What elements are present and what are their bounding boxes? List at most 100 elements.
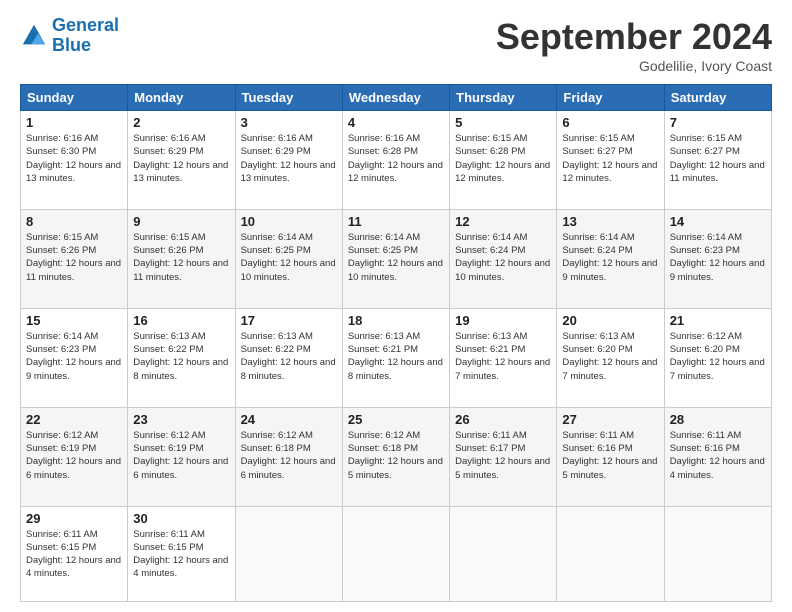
calendar-table: SundayMondayTuesdayWednesdayThursdayFrid… bbox=[20, 84, 772, 602]
day-number: 23 bbox=[133, 412, 229, 427]
day-number: 11 bbox=[348, 214, 444, 229]
calendar-cell: 19 Sunrise: 6:13 AMSunset: 6:21 PMDayligh… bbox=[450, 308, 557, 407]
day-number: 26 bbox=[455, 412, 551, 427]
day-number: 13 bbox=[562, 214, 658, 229]
logo-icon bbox=[20, 22, 48, 50]
day-info: Sunrise: 6:15 AMSunset: 6:28 PMDaylight:… bbox=[455, 132, 551, 185]
calendar-cell: 12 Sunrise: 6:14 AMSunset: 6:24 PMDayligh… bbox=[450, 209, 557, 308]
page: General Blue September 2024 Godelilie, I… bbox=[0, 0, 792, 612]
col-header-wednesday: Wednesday bbox=[342, 85, 449, 111]
day-number: 1 bbox=[26, 115, 122, 130]
day-info: Sunrise: 6:12 AMSunset: 6:18 PMDaylight:… bbox=[348, 429, 444, 482]
calendar-cell: 17 Sunrise: 6:13 AMSunset: 6:22 PMDayligh… bbox=[235, 308, 342, 407]
day-number: 8 bbox=[26, 214, 122, 229]
day-info: Sunrise: 6:12 AMSunset: 6:20 PMDaylight:… bbox=[670, 330, 766, 383]
day-info: Sunrise: 6:16 AMSunset: 6:30 PMDaylight:… bbox=[26, 132, 122, 185]
calendar-cell: 16 Sunrise: 6:13 AMSunset: 6:22 PMDayligh… bbox=[128, 308, 235, 407]
day-info: Sunrise: 6:11 AMSunset: 6:15 PMDaylight:… bbox=[133, 528, 229, 581]
calendar-cell bbox=[664, 506, 771, 602]
day-number: 22 bbox=[26, 412, 122, 427]
day-info: Sunrise: 6:14 AMSunset: 6:23 PMDaylight:… bbox=[26, 330, 122, 383]
title-block: September 2024 Godelilie, Ivory Coast bbox=[496, 16, 772, 74]
day-info: Sunrise: 6:13 AMSunset: 6:22 PMDaylight:… bbox=[241, 330, 337, 383]
day-info: Sunrise: 6:15 AMSunset: 6:27 PMDaylight:… bbox=[562, 132, 658, 185]
day-info: Sunrise: 6:16 AMSunset: 6:29 PMDaylight:… bbox=[241, 132, 337, 185]
day-info: Sunrise: 6:11 AMSunset: 6:15 PMDaylight:… bbox=[26, 528, 122, 581]
day-info: Sunrise: 6:12 AMSunset: 6:18 PMDaylight:… bbox=[241, 429, 337, 482]
calendar-cell: 14 Sunrise: 6:14 AMSunset: 6:23 PMDayligh… bbox=[664, 209, 771, 308]
day-info: Sunrise: 6:11 AMSunset: 6:16 PMDaylight:… bbox=[562, 429, 658, 482]
calendar-cell: 24 Sunrise: 6:12 AMSunset: 6:18 PMDayligh… bbox=[235, 407, 342, 506]
calendar-cell: 8 Sunrise: 6:15 AMSunset: 6:26 PMDaylight… bbox=[21, 209, 128, 308]
logo-blue: Blue bbox=[52, 35, 91, 55]
day-number: 15 bbox=[26, 313, 122, 328]
calendar-cell bbox=[557, 506, 664, 602]
calendar-cell bbox=[450, 506, 557, 602]
calendar-cell: 10Sunrise: 6:14 AMSunset: 6:25 PMDayligh… bbox=[235, 209, 342, 308]
calendar-cell: 13 Sunrise: 6:14 AMSunset: 6:24 PMDayligh… bbox=[557, 209, 664, 308]
col-header-saturday: Saturday bbox=[664, 85, 771, 111]
day-info: Sunrise: 6:13 AMSunset: 6:22 PMDaylight:… bbox=[133, 330, 229, 383]
day-number: 10 bbox=[241, 214, 337, 229]
day-info: Sunrise: 6:12 AMSunset: 6:19 PMDaylight:… bbox=[133, 429, 229, 482]
logo-text: General Blue bbox=[52, 16, 119, 56]
calendar-cell: 22 Sunrise: 6:12 AMSunset: 6:19 PMDayligh… bbox=[21, 407, 128, 506]
day-info: Sunrise: 6:15 AMSunset: 6:26 PMDaylight:… bbox=[26, 231, 122, 284]
calendar-cell bbox=[342, 506, 449, 602]
col-header-tuesday: Tuesday bbox=[235, 85, 342, 111]
calendar-cell: 15 Sunrise: 6:14 AMSunset: 6:23 PMDayligh… bbox=[21, 308, 128, 407]
day-info: Sunrise: 6:14 AMSunset: 6:24 PMDaylight:… bbox=[455, 231, 551, 284]
day-number: 24 bbox=[241, 412, 337, 427]
day-number: 9 bbox=[133, 214, 229, 229]
day-info: Sunrise: 6:14 AMSunset: 6:23 PMDaylight:… bbox=[670, 231, 766, 284]
logo: General Blue bbox=[20, 16, 119, 56]
calendar-cell: 18Sunrise: 6:13 AMSunset: 6:21 PMDayligh… bbox=[342, 308, 449, 407]
day-number: 5 bbox=[455, 115, 551, 130]
calendar-cell: 5 Sunrise: 6:15 AMSunset: 6:28 PMDaylight… bbox=[450, 111, 557, 210]
day-number: 21 bbox=[670, 313, 766, 328]
header-row: SundayMondayTuesdayWednesdayThursdayFrid… bbox=[21, 85, 772, 111]
calendar-cell: 1 Sunrise: 6:16 AMSunset: 6:30 PMDaylight… bbox=[21, 111, 128, 210]
calendar-cell: 11 Sunrise: 6:14 AMSunset: 6:25 PMDayligh… bbox=[342, 209, 449, 308]
calendar-cell bbox=[235, 506, 342, 602]
calendar-cell: 28Sunrise: 6:11 AMSunset: 6:16 PMDayligh… bbox=[664, 407, 771, 506]
day-number: 16 bbox=[133, 313, 229, 328]
day-info: Sunrise: 6:12 AMSunset: 6:19 PMDaylight:… bbox=[26, 429, 122, 482]
day-number: 17 bbox=[241, 313, 337, 328]
day-info: Sunrise: 6:11 AMSunset: 6:17 PMDaylight:… bbox=[455, 429, 551, 482]
calendar-cell: 3Sunrise: 6:16 AMSunset: 6:29 PMDaylight… bbox=[235, 111, 342, 210]
col-header-sunday: Sunday bbox=[21, 85, 128, 111]
day-number: 19 bbox=[455, 313, 551, 328]
calendar-cell: 2 Sunrise: 6:16 AMSunset: 6:29 PMDaylight… bbox=[128, 111, 235, 210]
col-header-friday: Friday bbox=[557, 85, 664, 111]
calendar-cell: 9 Sunrise: 6:15 AMSunset: 6:26 PMDaylight… bbox=[128, 209, 235, 308]
calendar-cell: 4Sunrise: 6:16 AMSunset: 6:28 PMDaylight… bbox=[342, 111, 449, 210]
header: General Blue September 2024 Godelilie, I… bbox=[20, 16, 772, 74]
day-number: 7 bbox=[670, 115, 766, 130]
day-number: 2 bbox=[133, 115, 229, 130]
day-number: 6 bbox=[562, 115, 658, 130]
day-info: Sunrise: 6:14 AMSunset: 6:24 PMDaylight:… bbox=[562, 231, 658, 284]
day-info: Sunrise: 6:15 AMSunset: 6:26 PMDaylight:… bbox=[133, 231, 229, 284]
calendar-cell: 20 Sunrise: 6:13 AMSunset: 6:20 PMDayligh… bbox=[557, 308, 664, 407]
day-info: Sunrise: 6:16 AMSunset: 6:29 PMDaylight:… bbox=[133, 132, 229, 185]
day-number: 28 bbox=[670, 412, 766, 427]
day-number: 20 bbox=[562, 313, 658, 328]
day-info: Sunrise: 6:16 AMSunset: 6:28 PMDaylight:… bbox=[348, 132, 444, 185]
calendar-cell: 21 Sunrise: 6:12 AMSunset: 6:20 PMDayligh… bbox=[664, 308, 771, 407]
day-number: 29 bbox=[26, 511, 122, 526]
day-info: Sunrise: 6:13 AMSunset: 6:20 PMDaylight:… bbox=[562, 330, 658, 383]
calendar-cell: 30Sunrise: 6:11 AMSunset: 6:15 PMDayligh… bbox=[128, 506, 235, 602]
day-number: 18 bbox=[348, 313, 444, 328]
col-header-monday: Monday bbox=[128, 85, 235, 111]
day-info: Sunrise: 6:14 AMSunset: 6:25 PMDaylight:… bbox=[348, 231, 444, 284]
day-info: Sunrise: 6:13 AMSunset: 6:21 PMDaylight:… bbox=[455, 330, 551, 383]
day-number: 12 bbox=[455, 214, 551, 229]
day-number: 25 bbox=[348, 412, 444, 427]
logo-general: General bbox=[52, 15, 119, 35]
calendar-cell: 29 Sunrise: 6:11 AMSunset: 6:15 PMDayligh… bbox=[21, 506, 128, 602]
day-number: 14 bbox=[670, 214, 766, 229]
calendar-cell: 26 Sunrise: 6:11 AMSunset: 6:17 PMDayligh… bbox=[450, 407, 557, 506]
day-info: Sunrise: 6:15 AMSunset: 6:27 PMDaylight:… bbox=[670, 132, 766, 185]
calendar-cell: 27Sunrise: 6:11 AMSunset: 6:16 PMDayligh… bbox=[557, 407, 664, 506]
